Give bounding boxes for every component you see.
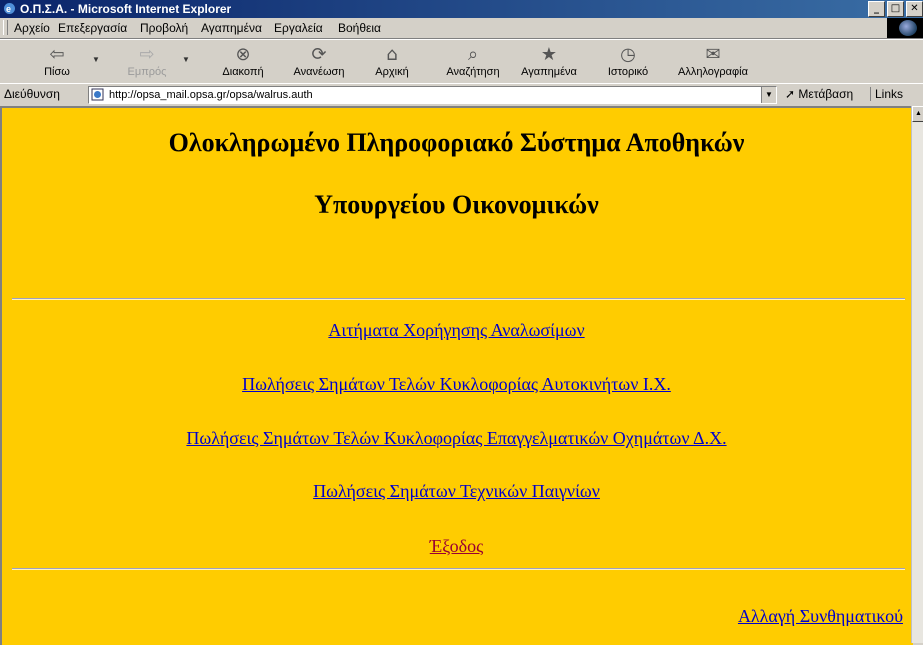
mail-icon: ✉ xyxy=(705,44,721,65)
mail-button[interactable]: ✉ Αλληλογραφία xyxy=(670,40,756,83)
search-button[interactable]: ⌕ Αναζήτηση xyxy=(438,40,508,83)
back-arrow-icon: ⇦ xyxy=(49,44,65,65)
search-label: Αναζήτηση xyxy=(446,66,500,78)
globe-icon xyxy=(899,20,917,36)
forward-arrow-icon: ⇨ xyxy=(139,44,155,65)
menu-grip-handle[interactable] xyxy=(3,20,8,35)
standard-toolbar: ⇦ Πίσω ▼ ⇨ Εμπρός ▼ ⊗ Διακοπή ⟳ Ανανέωση… xyxy=(0,39,923,84)
link-commercial-vehicle-tax-stamps[interactable]: Πωλήσεις Σημάτων Τελών Κυκλοφορίας Επαγγ… xyxy=(2,428,911,449)
menu-tools[interactable]: Εργαλεία xyxy=(274,18,323,38)
menu-help[interactable]: Βοήθεια xyxy=(338,18,381,38)
svg-text:e: e xyxy=(6,4,11,14)
window-controls: _ □ ✕ xyxy=(866,1,923,17)
back-label: Πίσω xyxy=(44,66,70,78)
bottom-divider xyxy=(12,568,905,570)
refresh-icon: ⟳ xyxy=(311,44,327,65)
address-dropdown-button[interactable]: ▼ xyxy=(761,87,776,103)
page-title-line-2: Υπουργείου Οικονομικών xyxy=(314,190,599,219)
internet-explorer-icon: e xyxy=(4,3,15,14)
minimize-button[interactable]: _ xyxy=(868,1,885,17)
favorites-button[interactable]: ★ Αγαπημένα xyxy=(514,40,584,83)
close-button[interactable]: ✕ xyxy=(906,1,923,17)
refresh-button[interactable]: ⟳ Ανανέωση xyxy=(284,40,354,83)
forward-label: Εμπρός xyxy=(127,66,167,78)
menu-file[interactable]: Αρχείο xyxy=(14,18,50,38)
menu-favorites[interactable]: Αγαπημένα xyxy=(201,18,262,38)
link-consumables-requests[interactable]: Αιτήματα Χορήγησης Αναλωσίμων xyxy=(2,320,911,341)
menu-bar: Αρχείο Επεξεργασία Προβολή Αγαπημένα Εργ… xyxy=(0,18,923,39)
favorites-icon: ★ xyxy=(540,44,558,65)
address-input[interactable]: http://opsa_mail.opsa.gr/opsa/walrus.aut… xyxy=(88,86,777,104)
favorites-label: Αγαπημένα xyxy=(521,66,577,78)
refresh-label: Ανανέωση xyxy=(293,66,345,78)
history-icon: ◷ xyxy=(620,44,636,65)
forward-dropdown-arrow[interactable]: ▼ xyxy=(182,55,190,64)
link-technical-games-stamps[interactable]: Πωλήσεις Σημάτων Τεχνικών Παιγνίων xyxy=(2,481,911,502)
go-label: Μετάβαση xyxy=(798,87,854,101)
home-icon: ⌂ xyxy=(386,44,398,65)
maximize-button[interactable]: □ xyxy=(887,1,904,17)
go-arrow-icon: ➚ xyxy=(785,87,796,101)
top-divider xyxy=(12,298,905,300)
stop-button[interactable]: ⊗ Διακοπή xyxy=(208,40,278,83)
address-label: Διεύθυνση xyxy=(4,87,60,101)
page-title-line-1: Ολοκληρωμένο Πληροφοριακό Σύστημα Αποθηκ… xyxy=(168,128,745,157)
vertical-scrollbar[interactable]: ▲ xyxy=(911,106,923,643)
back-button[interactable]: ⇦ Πίσω xyxy=(22,40,92,83)
window-title: Ο.Π.Σ.Α. - Microsoft Internet Explorer xyxy=(20,2,232,16)
change-password-link[interactable]: Αλλαγή Συνθηματικού xyxy=(738,606,903,627)
home-label: Αρχική xyxy=(375,66,409,78)
back-dropdown-arrow[interactable]: ▼ xyxy=(92,55,100,64)
history-button[interactable]: ◷ Ιστορικό xyxy=(593,40,663,83)
address-url: http://opsa_mail.opsa.gr/opsa/walrus.aut… xyxy=(109,89,313,101)
stop-label: Διακοπή xyxy=(222,66,264,78)
window-title-bar[interactable]: e Ο.Π.Σ.Α. - Microsoft Internet Explorer… xyxy=(0,0,923,18)
link-private-vehicle-tax-stamps[interactable]: Πωλήσεις Σημάτων Τελών Κυκλοφορίας Αυτοκ… xyxy=(2,374,911,395)
search-icon: ⌕ xyxy=(467,44,479,65)
scroll-up-button[interactable]: ▲ xyxy=(912,106,923,122)
address-bar: Διεύθυνση http://opsa_mail.opsa.gr/opsa/… xyxy=(0,83,923,107)
home-button[interactable]: ⌂ Αρχική xyxy=(357,40,427,83)
page-content: Ολοκληρωμένο Πληροφοριακό Σύστημα Αποθηκ… xyxy=(0,106,913,645)
ie-throbber xyxy=(887,18,923,38)
go-button[interactable]: ➚ Μετάβαση xyxy=(785,87,853,101)
menu-view[interactable]: Προβολή xyxy=(140,18,188,38)
mail-label: Αλληλογραφία xyxy=(678,66,748,78)
history-label: Ιστορικό xyxy=(607,66,649,78)
page-icon xyxy=(91,88,104,101)
menu-edit[interactable]: Επεξεργασία xyxy=(58,18,127,38)
forward-button[interactable]: ⇨ Εμπρός xyxy=(112,40,182,83)
links-button[interactable]: Links xyxy=(870,87,903,101)
exit-link[interactable]: Έξοδος xyxy=(2,536,911,557)
stop-icon: ⊗ xyxy=(235,44,251,65)
